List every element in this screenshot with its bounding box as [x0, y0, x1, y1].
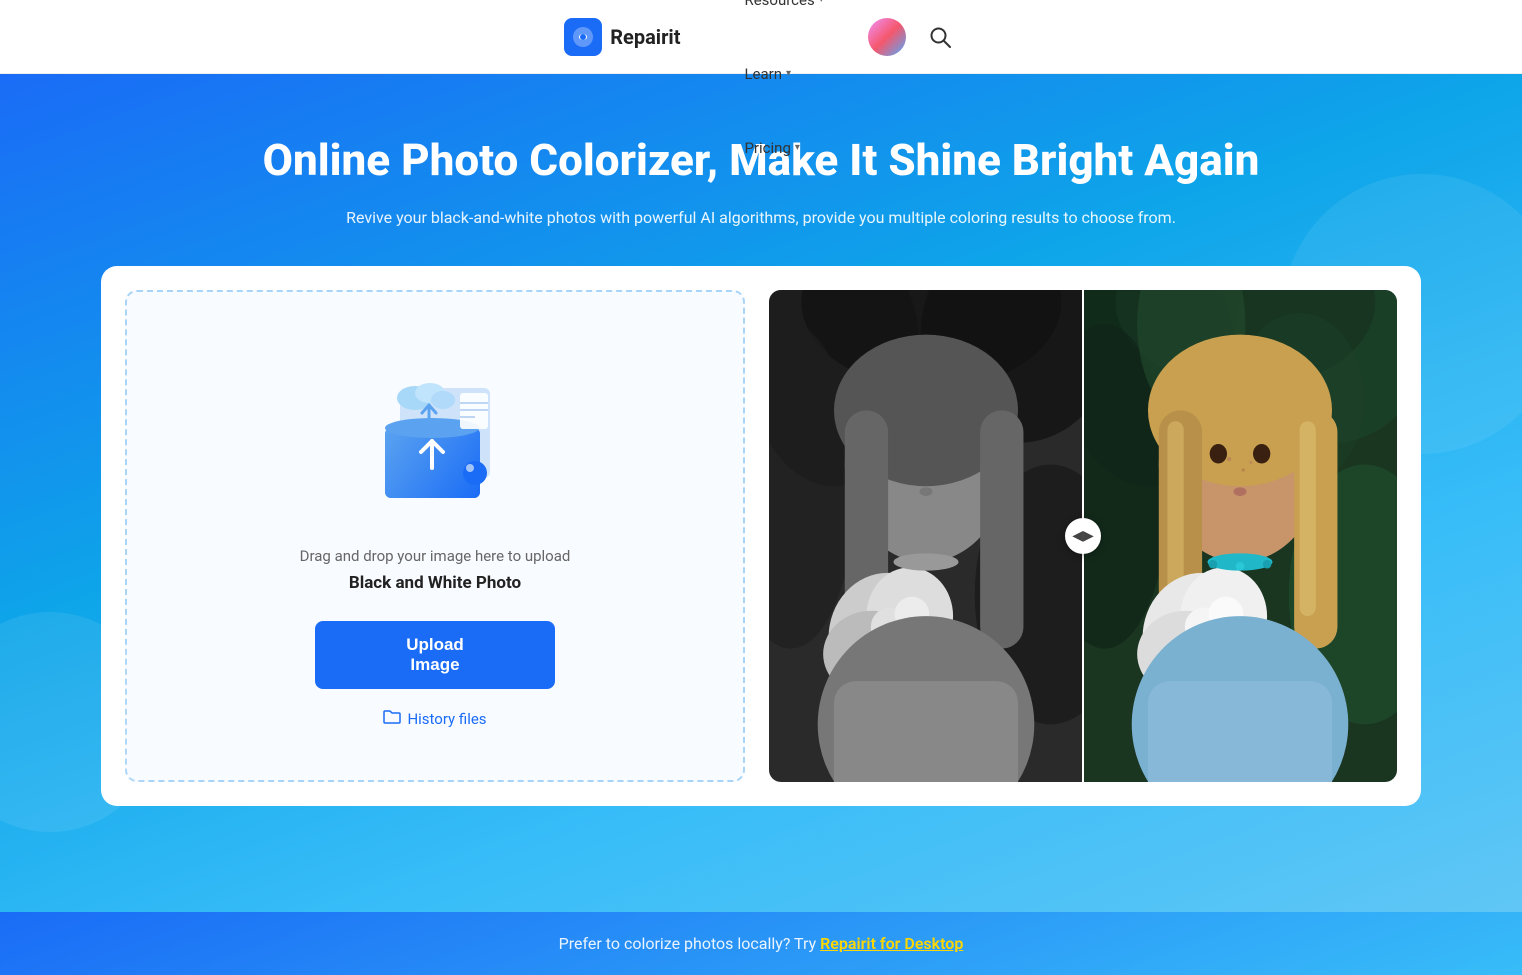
main-nav: Products ▾ Resources ▾ Learn ▾ Pricing ▾ — [720, 0, 847, 185]
hero-subtitle: Revive your black-and-white photos with … — [40, 205, 1482, 231]
photo-type-label: Black and White Photo — [349, 573, 521, 593]
logo-text: Repairit — [610, 25, 680, 49]
hero-section: Online Photo Colorizer, Make It Shine Br… — [0, 74, 1522, 912]
history-files-link[interactable]: History files — [383, 709, 486, 729]
upload-image-button[interactable]: Upload Image — [315, 621, 555, 689]
chevron-down-icon: ▾ — [819, 0, 824, 5]
upload-illustration — [345, 343, 525, 523]
bottom-bar: Prefer to colorize photos locally? Try R… — [0, 912, 1522, 975]
before-after-handle[interactable]: ◀▶ — [1065, 518, 1101, 554]
folder-icon — [383, 709, 401, 729]
header: Repairit Products ▾ Resources ▾ Learn ▾ … — [0, 0, 1522, 74]
nav-pricing[interactable]: Pricing ▾ — [720, 111, 847, 185]
history-files-label: History files — [407, 710, 486, 728]
logo-area[interactable]: Repairit — [564, 18, 680, 56]
chevron-down-icon: ▾ — [786, 68, 791, 79]
drag-handle-icon: ◀▶ — [1072, 528, 1094, 544]
ba-left-panel — [769, 290, 1083, 782]
header-right — [868, 18, 958, 56]
ba-right-panel — [1083, 290, 1397, 782]
ba-container: ◀▶ — [769, 290, 1397, 782]
main-card: Drag and drop your image here to upload … — [101, 266, 1421, 806]
avatar[interactable] — [868, 18, 906, 56]
nav-learn[interactable]: Learn ▾ — [720, 37, 847, 111]
repairit-desktop-link[interactable]: Repairit for Desktop — [820, 934, 963, 953]
nav-resources[interactable]: Resources ▾ — [720, 0, 847, 37]
bottom-bar-text: Prefer to colorize photos locally? Try — [559, 934, 820, 953]
logo-icon — [564, 18, 602, 56]
search-button[interactable] — [922, 19, 958, 55]
upload-area[interactable]: Drag and drop your image here to upload … — [125, 290, 745, 782]
chevron-down-icon: ▾ — [795, 142, 800, 153]
drag-drop-text: Drag and drop your image here to upload — [300, 547, 571, 565]
before-after-panel: ◀▶ — [769, 290, 1397, 782]
